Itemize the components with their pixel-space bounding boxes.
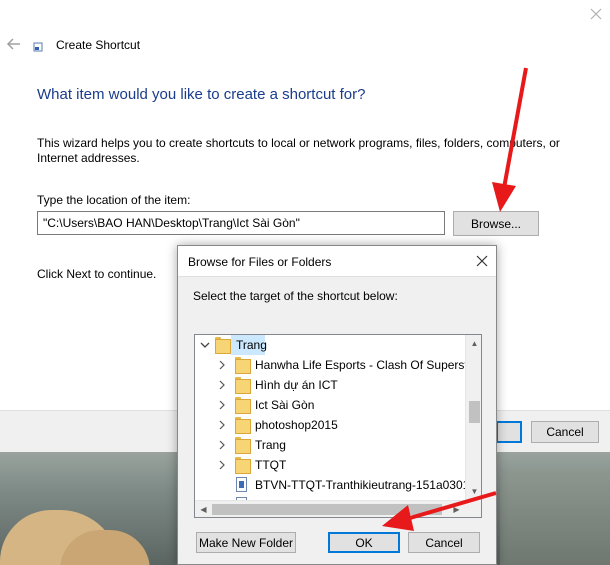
- document-icon: [236, 477, 247, 492]
- close-icon[interactable]: [586, 4, 606, 24]
- tree-item-label: Hình dự án ICT: [255, 378, 338, 392]
- tree-item-label: TTQT: [255, 458, 287, 472]
- tree-item-root[interactable]: Trang: [195, 335, 465, 355]
- tree-item[interactable]: Trang: [195, 435, 465, 455]
- make-new-folder-button[interactable]: Make New Folder: [196, 532, 296, 553]
- chevron-right-icon[interactable]: [217, 399, 227, 410]
- tree-item-label: Ict Sài Gòn: [255, 398, 315, 412]
- page-heading: What item would you like to create a sho…: [37, 86, 366, 103]
- scroll-left-icon[interactable]: ◀: [195, 501, 212, 517]
- folder-icon: [235, 417, 251, 434]
- tree-item[interactable]: Hanwha Life Esports - Clash Of Supersta: [195, 355, 465, 375]
- arrow-left-icon[interactable]: [4, 36, 24, 52]
- scroll-down-icon[interactable]: ▼: [466, 483, 481, 500]
- scroll-right-icon[interactable]: ▶: [448, 501, 465, 517]
- folder-icon: [235, 357, 251, 374]
- tree-item-label: photoshop2015: [255, 418, 338, 432]
- folder-tree[interactable]: Trang Hanwha Life Esports - Clash Of Sup…: [194, 334, 482, 518]
- location-input[interactable]: [37, 211, 445, 235]
- dialog-prompt: Select the target of the shortcut below:: [193, 289, 398, 303]
- tree-item-label: Trang: [236, 338, 267, 352]
- vertical-scrollbar[interactable]: ▲ ▼: [465, 335, 481, 500]
- tree-item-label: BTVN-TTQT-Tranthikieutrang-151a03017: [255, 478, 465, 492]
- dialog-cancel-button[interactable]: Cancel: [408, 532, 480, 553]
- scrollbar-corner: [465, 500, 481, 517]
- ok-button[interactable]: OK: [328, 532, 400, 553]
- chevron-down-icon[interactable]: [200, 339, 210, 349]
- location-label: Type the location of the item:: [37, 193, 191, 207]
- tree-item[interactable]: BTVN-TTQT-Tranthikieutrang-151a03017: [195, 475, 465, 495]
- vertical-scroll-thumb[interactable]: [469, 401, 480, 423]
- folder-icon: [215, 337, 231, 354]
- window-title: Create Shortcut: [56, 38, 141, 52]
- folder-icon: [235, 397, 251, 414]
- folder-icon: [235, 457, 251, 474]
- shortcut-app-icon: [33, 41, 43, 52]
- tree-item[interactable]: TTQT: [195, 455, 465, 475]
- folder-icon: [235, 437, 251, 454]
- browse-dialog: Browse for Files or Folders Select the t…: [177, 245, 497, 565]
- next-hint-text: Click Next to continue.: [37, 267, 157, 281]
- chevron-right-icon[interactable]: [217, 459, 227, 470]
- tree-item[interactable]: Hình dự án ICT: [195, 375, 465, 395]
- wizard-cancel-button[interactable]: Cancel: [531, 421, 599, 443]
- scroll-up-icon[interactable]: ▲: [466, 335, 481, 352]
- folder-icon: [235, 377, 251, 394]
- tree-item[interactable]: photoshop2015: [195, 415, 465, 435]
- chevron-right-icon[interactable]: [217, 419, 227, 430]
- horizontal-scroll-thumb[interactable]: [212, 504, 442, 515]
- tree-item-label: Hanwha Life Esports - Clash Of Supersta: [255, 358, 465, 372]
- tree-item-label: Trang: [255, 438, 286, 452]
- wizard-description: This wizard helps you to create shortcut…: [37, 136, 560, 165]
- chevron-right-icon[interactable]: [217, 439, 227, 450]
- tree-item[interactable]: Ict Sài Gòn: [195, 395, 465, 415]
- chevron-right-icon[interactable]: [217, 379, 227, 390]
- dialog-title: Browse for Files or Folders: [188, 255, 332, 269]
- next-button[interactable]: [496, 421, 522, 443]
- chevron-right-icon[interactable]: [217, 359, 227, 370]
- close-icon[interactable]: [474, 253, 490, 269]
- browse-button[interactable]: Browse...: [453, 211, 539, 236]
- wallpaper-rock: [500, 470, 610, 565]
- horizontal-scrollbar[interactable]: ◀ ▶: [195, 500, 465, 517]
